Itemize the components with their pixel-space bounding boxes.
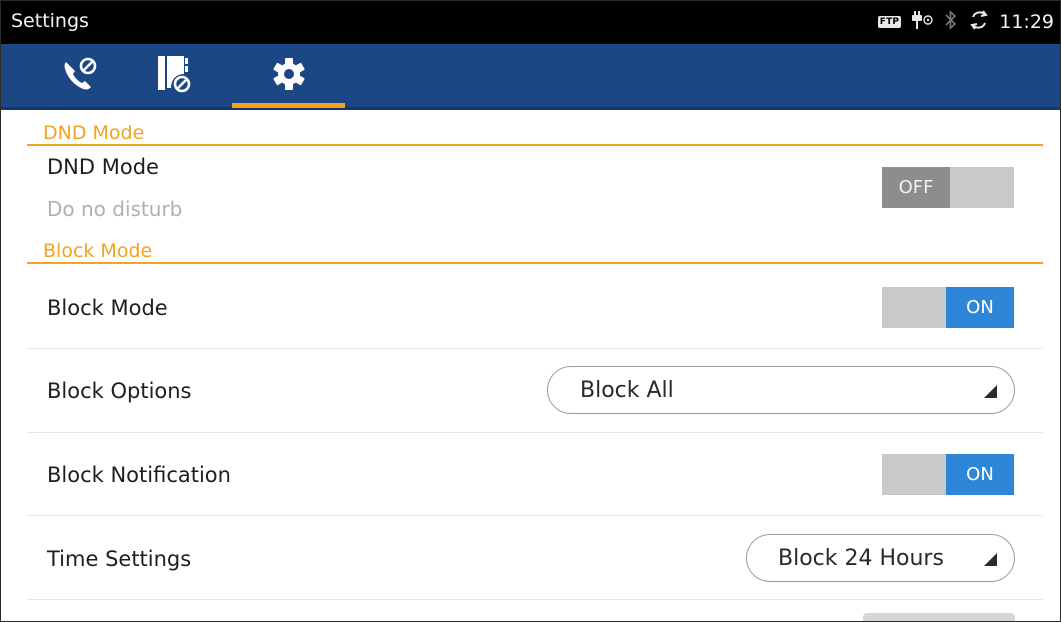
contact-block-icon [152,52,196,100]
settings-list: DND Mode DND Mode Do no disturb OFF Bloc… [1,113,1060,621]
dnd-mode-toggle[interactable]: OFF [882,167,1014,208]
phone-block-icon [58,54,102,98]
tab-bar [1,44,1060,110]
ftp-icon: FTP [877,16,902,28]
section-title-block: Block Mode [43,240,153,262]
section-title-dnd: DND Mode [43,122,145,144]
block-mode-title: Block Mode [47,296,168,320]
block-options-title: Block Options [47,379,192,403]
block-mode-toggle[interactable]: ON [882,287,1014,328]
app-window: Settings FTP 11:29 DND Mode DND Mode Do … [0,0,1061,622]
time-settings-dropdown[interactable]: Block 24 Hours [746,534,1015,582]
dropdown-caret-icon [981,382,999,400]
block-mode-toggle-knob: ON [946,287,1014,328]
status-bar: Settings FTP 11:29 [1,1,1060,44]
row-divider [27,432,1043,433]
time-settings-title: Time Settings [47,547,192,571]
status-time: 11:29 [999,11,1054,33]
tab-contacts-block[interactable] [119,44,229,107]
row-divider [27,599,1043,600]
block-notification-toggle-knob: ON [946,454,1014,495]
time-settings-value: Block 24 Hours [778,546,944,571]
next-row-control[interactable] [863,613,1015,621]
block-options-value: Block All [580,378,674,403]
dropdown-caret-icon [981,550,999,568]
usb-debug-icon [910,9,934,35]
status-title: Settings [11,10,89,32]
tab-settings[interactable] [232,44,345,107]
section-header-block: Block Mode [27,234,1043,264]
gear-icon [269,54,309,98]
row-divider [27,348,1043,349]
dnd-mode-subtitle: Do no disturb [47,197,183,221]
bluetooth-icon [943,9,959,35]
block-notification-toggle[interactable]: ON [882,454,1014,495]
section-header-dnd: DND Mode [27,117,1043,146]
active-tab-indicator [232,103,345,108]
dnd-toggle-knob: OFF [882,167,950,208]
block-notification-title: Block Notification [47,463,231,487]
status-icons: FTP 11:29 [877,8,1054,36]
block-options-dropdown[interactable]: Block All [547,366,1015,414]
dnd-mode-title: DND Mode [47,155,159,179]
sync-icon [968,9,990,35]
row-divider [27,515,1043,516]
